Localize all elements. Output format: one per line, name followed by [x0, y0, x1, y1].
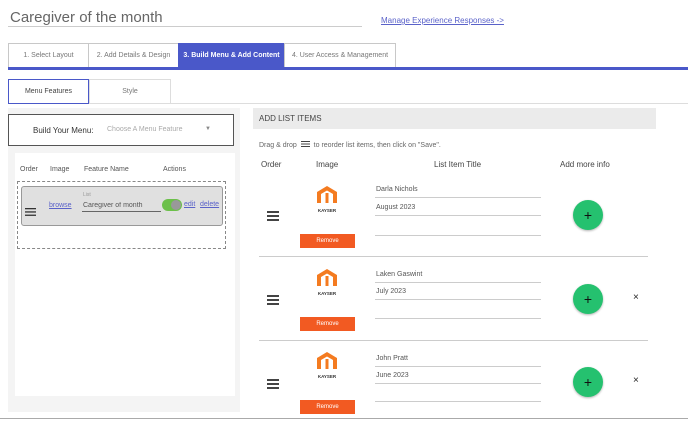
- remove-button[interactable]: Remove: [300, 234, 355, 248]
- drag-handle-icon[interactable]: [267, 379, 279, 391]
- drag-handle-icon[interactable]: [267, 211, 279, 223]
- add-list-items-title: ADD LIST ITEMS: [259, 114, 322, 123]
- remove-button[interactable]: Remove: [300, 400, 355, 414]
- close-icon[interactable]: ×: [633, 375, 639, 386]
- item-month-field[interactable]: August 2023: [375, 198, 541, 216]
- features-header-order: Order: [20, 166, 38, 173]
- drag-handle-icon[interactable]: [25, 203, 36, 221]
- kayser-logo-icon: KAYSER: [311, 268, 343, 298]
- list-header-image: Image: [316, 160, 339, 169]
- browse-image-link[interactable]: browse: [49, 202, 72, 209]
- list-header-order: Order: [261, 160, 282, 169]
- item-month-field[interactable]: June 2023: [375, 366, 541, 384]
- feature-toggle[interactable]: [162, 199, 182, 211]
- features-header-actions: Actions: [163, 166, 186, 173]
- list-header-add-more-info: Add more info: [560, 160, 610, 169]
- remove-button[interactable]: Remove: [300, 317, 355, 331]
- step-add-details-design[interactable]: 2. Add Details & Design: [88, 43, 179, 68]
- delete-feature-link[interactable]: delete: [200, 201, 219, 208]
- step-select-layout[interactable]: 1. Select Layout: [8, 43, 89, 68]
- drag-handle-icon: [300, 141, 310, 149]
- item-month-field[interactable]: July 2023: [375, 282, 541, 300]
- kayser-logo-icon: KAYSER: [311, 351, 343, 381]
- reorder-instructions: Drag & drop to reorder list items, then …: [259, 141, 441, 149]
- page-bottom-border: [0, 418, 688, 419]
- features-header-feature-name: Feature Name: [84, 166, 129, 173]
- item-name-field[interactable]: John Pratt: [375, 349, 541, 367]
- add-more-info-button[interactable]: +: [573, 200, 603, 230]
- drag-handle-icon[interactable]: [267, 295, 279, 307]
- list-header-title: List Item Title: [434, 160, 482, 169]
- menu-feature-select[interactable]: Choose A Menu Feature: [107, 126, 183, 133]
- step-user-access-management[interactable]: 4. User Access & Management: [284, 43, 396, 68]
- item-extra-field[interactable]: [375, 390, 541, 402]
- manage-experience-responses-link[interactable]: Manage Experience Responses ->: [381, 16, 504, 25]
- close-icon[interactable]: ×: [633, 292, 639, 303]
- list-item: KAYSER Remove Laken Gaswint July 2023 + …: [253, 260, 648, 340]
- instructions-text-start: Drag & drop: [259, 141, 297, 149]
- add-more-info-button[interactable]: +: [573, 284, 603, 314]
- steps-underline: [8, 67, 688, 70]
- title-underline: [8, 26, 362, 27]
- features-header-image: Image: [50, 166, 70, 173]
- edit-feature-link[interactable]: edit: [184, 201, 195, 208]
- item-divider: [259, 340, 648, 341]
- svg-text:KAYSER: KAYSER: [318, 208, 337, 213]
- wizard-steps: 1. Select Layout 2. Add Details & Design…: [8, 43, 396, 68]
- item-name-field[interactable]: Darla Nichols: [375, 180, 541, 198]
- step-build-menu-add-content[interactable]: 3. Build Menu & Add Content: [178, 43, 285, 68]
- tab-style[interactable]: Style: [89, 79, 171, 104]
- svg-text:KAYSER: KAYSER: [318, 291, 337, 296]
- feature-name-input[interactable]: [82, 199, 161, 212]
- add-more-info-button[interactable]: +: [573, 367, 603, 397]
- item-name-field[interactable]: Laken Gaswint: [375, 265, 541, 283]
- chevron-down-icon[interactable]: ▼: [205, 126, 211, 132]
- tab-menu-features[interactable]: Menu Features: [8, 79, 89, 104]
- kayser-logo-icon: KAYSER: [311, 185, 343, 215]
- item-extra-field[interactable]: [375, 224, 541, 236]
- list-item: KAYSER Remove John Pratt June 2023 + ×: [253, 344, 648, 418]
- item-extra-field[interactable]: [375, 307, 541, 319]
- item-divider: [259, 256, 648, 257]
- svg-text:KAYSER: KAYSER: [318, 374, 337, 379]
- feature-list-label: List: [83, 192, 91, 198]
- page-title: Caregiver of the month: [10, 9, 163, 26]
- list-item: KAYSER Remove Darla Nichols August 2023 …: [253, 176, 648, 256]
- instructions-text-end: to reorder list items, then click on "Sa…: [313, 141, 441, 149]
- build-menu-label: Build Your Menu:: [33, 126, 94, 135]
